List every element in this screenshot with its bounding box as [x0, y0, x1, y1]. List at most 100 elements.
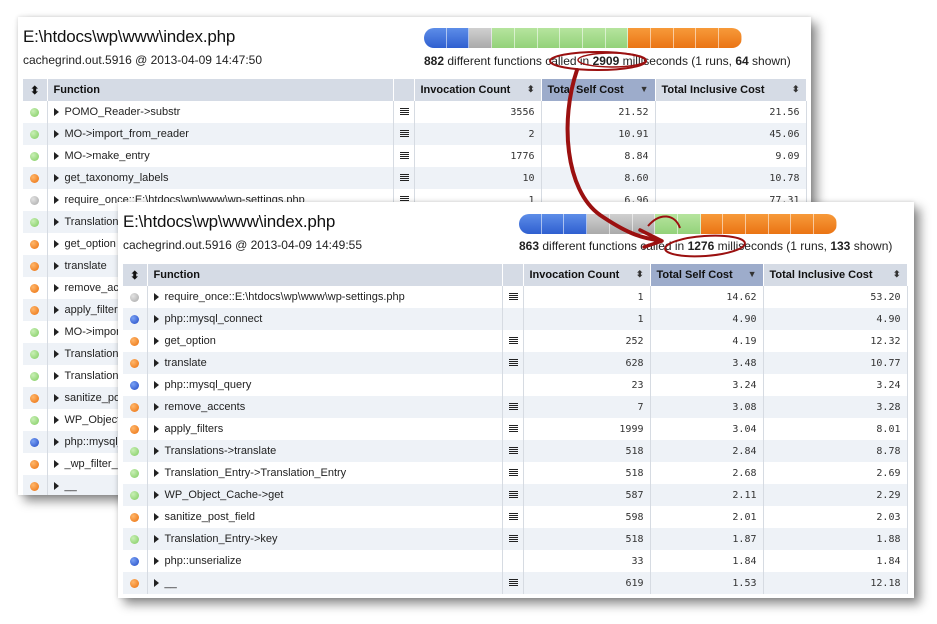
view-source-icon[interactable] [508, 447, 518, 456]
table-row[interactable]: Translation_Entry->key 518 1.87 1.88 [123, 528, 908, 550]
function-name[interactable]: POMO_Reader->substr [65, 106, 181, 118]
function-cell[interactable]: Translation_Entry->key [147, 528, 503, 550]
function-cell[interactable]: php::unserialize [147, 550, 503, 572]
expand-arrow-icon[interactable] [53, 196, 59, 205]
function-name[interactable]: php::unserialize [165, 555, 242, 567]
function-name[interactable]: __ [65, 480, 77, 492]
function-name[interactable]: Translation_ [65, 348, 125, 360]
table-row[interactable]: require_once::E:\htdocs\wp\www\wp-settin… [123, 286, 908, 308]
function-cell[interactable]: php::mysql_connect [147, 308, 503, 330]
expand-arrow-icon[interactable] [53, 262, 59, 271]
source-cell[interactable] [502, 352, 524, 374]
function-cell[interactable]: get_option [147, 330, 503, 352]
column-header-total-inclusive-cost[interactable]: Total Inclusive Cost ⬍ [763, 264, 908, 286]
function-cell[interactable]: require_once::E:\htdocs\wp\www\wp-settin… [147, 286, 503, 308]
function-name[interactable]: WP_Object_ [65, 414, 127, 426]
source-cell[interactable] [502, 506, 524, 528]
function-cell[interactable]: __ [147, 572, 503, 594]
function-name[interactable]: translate [165, 357, 207, 369]
expand-arrow-icon[interactable] [153, 425, 159, 434]
function-name[interactable]: get_taxonomy_labels [65, 172, 169, 184]
expand-arrow-icon[interactable] [153, 513, 159, 522]
expand-arrow-icon[interactable] [153, 535, 159, 544]
table-row[interactable]: WP_Object_Cache->get 587 2.11 2.29 [123, 484, 908, 506]
column-header-total-self-cost[interactable]: Total Self Cost ▼ [650, 264, 764, 286]
expand-arrow-icon[interactable] [53, 108, 59, 117]
function-cell[interactable]: MO->import_from_reader [47, 123, 394, 145]
function-cell[interactable]: apply_filters [147, 418, 503, 440]
table-row[interactable]: remove_accents 7 3.08 3.28 [123, 396, 908, 418]
function-cell[interactable]: remove_accents [147, 396, 503, 418]
function-name[interactable]: MO->import_from_reader [65, 128, 189, 140]
function-name[interactable]: WP_Object_Cache->get [165, 489, 284, 501]
function-name[interactable]: MO->make_entry [65, 150, 150, 162]
column-header-total-inclusive-cost[interactable]: Total Inclusive Cost ⬍ [655, 79, 807, 101]
column-header-function[interactable]: Function [47, 79, 394, 101]
view-source-icon[interactable] [508, 513, 518, 522]
view-source-icon[interactable] [508, 359, 518, 368]
expand-arrow-icon[interactable] [53, 130, 59, 139]
table-row[interactable]: sanitize_post_field 598 2.01 2.03 [123, 506, 908, 528]
view-source-icon[interactable] [508, 293, 518, 302]
function-name[interactable]: php::mysql_query [165, 379, 252, 391]
view-source-icon[interactable] [399, 174, 409, 183]
view-source-icon[interactable] [399, 152, 409, 161]
source-cell[interactable] [502, 286, 524, 308]
column-header-function[interactable]: Function [147, 264, 503, 286]
source-cell[interactable] [502, 418, 524, 440]
table-row[interactable]: ✱ MO->make_entry 17768.849.09 [23, 145, 807, 167]
expand-arrow-icon[interactable] [53, 152, 59, 161]
function-name[interactable]: Translations [65, 370, 125, 382]
expand-arrow-icon[interactable] [53, 218, 59, 227]
function-name[interactable]: Translations->translate [165, 445, 277, 457]
expand-arrow-icon[interactable] [53, 306, 59, 315]
function-name[interactable]: sanitize_pos [65, 392, 126, 404]
function-cell[interactable]: translate [147, 352, 503, 374]
expand-arrow-icon[interactable] [53, 460, 59, 469]
source-cell[interactable] [502, 484, 524, 506]
column-header-invocation-count[interactable]: Invocation Count ⬍ [523, 264, 651, 286]
function-name[interactable]: _wp_filter_b [65, 458, 124, 470]
view-source-icon[interactable] [399, 130, 409, 139]
expand-arrow-icon[interactable] [53, 438, 59, 447]
function-name[interactable]: apply_filters [165, 423, 224, 435]
expand-arrow-icon[interactable] [53, 372, 59, 381]
table-row[interactable]: php::mysql_connect 1 4.90 4.90 [123, 308, 908, 330]
expand-arrow-icon[interactable] [153, 293, 159, 302]
table-row[interactable]: apply_filters 1999 3.04 8.01 [123, 418, 908, 440]
view-source-icon[interactable] [508, 535, 518, 544]
expand-arrow-icon[interactable] [53, 240, 59, 249]
source-cell[interactable] [393, 123, 415, 145]
function-cell[interactable]: php::mysql_query [147, 374, 503, 396]
function-name[interactable]: get_option [65, 238, 116, 250]
function-name[interactable]: sanitize_post_field [165, 511, 256, 523]
source-cell[interactable] [502, 330, 524, 352]
function-cell[interactable]: Translations->translate [147, 440, 503, 462]
function-name[interactable]: Translation_Entry->Translation_Entry [165, 467, 347, 479]
table-row[interactable]: ✱ get_taxonomy_labels 108.6010.78 [23, 167, 807, 189]
function-name[interactable]: get_option [165, 335, 216, 347]
view-source-icon[interactable] [508, 403, 518, 412]
table-row[interactable]: ✱ MO->import_from_reader 210.9145.06 [23, 123, 807, 145]
expand-arrow-icon[interactable] [153, 579, 159, 588]
expand-arrow-icon[interactable] [153, 403, 159, 412]
function-name[interactable]: __ [165, 577, 177, 589]
function-cell[interactable]: Translation_Entry->Translation_Entry [147, 462, 503, 484]
function-name[interactable]: remove_accents [165, 401, 246, 413]
source-cell[interactable] [502, 440, 524, 462]
expand-arrow-icon[interactable] [53, 350, 59, 359]
source-cell[interactable] [502, 396, 524, 418]
expand-arrow-icon[interactable] [153, 469, 159, 478]
view-source-icon[interactable] [508, 469, 518, 478]
function-cell[interactable]: MO->make_entry [47, 145, 394, 167]
function-cell[interactable]: WP_Object_Cache->get [147, 484, 503, 506]
sort-column-header[interactable]: ⬍ [23, 79, 48, 101]
view-source-icon[interactable] [508, 491, 518, 500]
view-source-icon[interactable] [508, 337, 518, 346]
function-name[interactable]: translate [65, 260, 107, 272]
column-header-total-self-cost[interactable]: Total Self Cost ▼ [541, 79, 656, 101]
table-row[interactable]: php::mysql_query 23 3.24 3.24 [123, 374, 908, 396]
table-row[interactable]: ✱ POMO_Reader->substr 355621.5221.56 [23, 101, 807, 123]
expand-arrow-icon[interactable] [153, 315, 159, 324]
source-cell[interactable] [393, 101, 415, 123]
